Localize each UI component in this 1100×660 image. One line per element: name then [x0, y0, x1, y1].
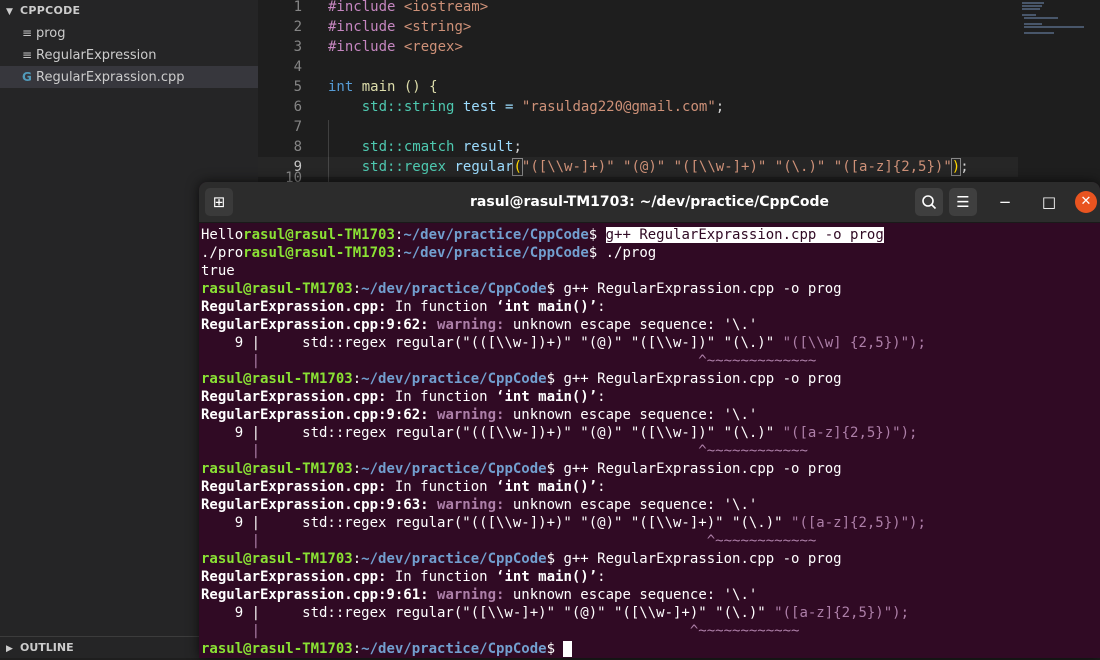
menu-button[interactable]: ☰	[949, 188, 977, 216]
terminal-window[interactable]: ⊞ rasul@rasul-TM1703: ~/dev/practice/Cpp…	[199, 182, 1100, 658]
close-icon: ✕	[1080, 194, 1092, 209]
terminal-current-prompt[interactable]: rasul@rasul-TM1703:~/dev/practice/CppCod…	[201, 640, 1100, 658]
code-line: 1 #include <iostream>	[293, 0, 489, 15]
terminal-prompt-line: rasul@rasul-TM1703:~/dev/practice/CppCod…	[201, 461, 842, 477]
terminal-warning-line: RegularExprassion.cpp:9:61: warning: unk…	[201, 587, 758, 603]
terminal-titlebar[interactable]: ⊞ rasul@rasul-TM1703: ~/dev/practice/Cpp…	[199, 182, 1100, 223]
terminal-line: | ^~~~~~~~~~~~~	[201, 623, 800, 639]
terminal-line: RegularExprassion.cpp: In function ‘int …	[201, 299, 606, 315]
cpp-file-icon: G	[22, 70, 32, 84]
maximize-icon: □	[1041, 193, 1057, 211]
outline-label: OUTLINE	[20, 641, 74, 654]
terminal-line: RegularExprassion.cpp: In function ‘int …	[201, 569, 606, 585]
terminal-prompt-line: rasul@rasul-TM1703:~/dev/practice/CppCod…	[201, 281, 842, 297]
terminal-line: Hellorasul@rasul-TM1703:~/dev/practice/C…	[201, 227, 884, 243]
file-icon: ≡	[22, 48, 33, 62]
folder-name: CPPCODE	[20, 4, 81, 17]
maximize-button[interactable]: □	[1035, 188, 1063, 216]
hamburger-icon: ☰	[956, 193, 970, 211]
code-line: 2 #include <string>	[293, 19, 472, 35]
terminal-warning-line: RegularExprassion.cpp:9:62: warning: unk…	[201, 317, 758, 333]
terminal-line: RegularExprassion.cpp: In function ‘int …	[201, 479, 606, 495]
terminal-warning-line: RegularExprassion.cpp:9:63: warning: unk…	[201, 497, 758, 513]
terminal-warning-line: RegularExprassion.cpp:9:62: warning: unk…	[201, 407, 758, 423]
code-line: 6 std::string test = "rasuldag220@gmail.…	[293, 99, 725, 115]
terminal-line: true	[201, 263, 235, 279]
terminal-prompt-line: rasul@rasul-TM1703:~/dev/practice/CppCod…	[201, 551, 842, 567]
terminal-line: 9 | std::regex regular("(([\\w-])+)" "(@…	[201, 515, 926, 531]
terminal-line: 9 | std::regex regular("([\\w-]+)" "(@)"…	[201, 605, 910, 621]
file-name: RegularExpression	[36, 48, 157, 63]
minimap[interactable]	[1018, 0, 1100, 40]
terminal-line: | ^~~~~~~~~~~~~	[201, 443, 808, 459]
code-line: 5 int main () {	[293, 79, 438, 95]
file-icon: ≡	[22, 26, 33, 40]
search-icon	[922, 195, 937, 210]
code-line: 3 #include <regex>	[293, 39, 463, 55]
terminal-line: 9 | std::regex regular("(([\\w-])+)" "(@…	[201, 335, 926, 351]
terminal-prompt-line: rasul@rasul-TM1703:~/dev/practice/CppCod…	[201, 371, 842, 387]
close-button[interactable]: ✕	[1075, 191, 1097, 213]
file-item-regularexpression[interactable]: ≡ RegularExpression	[0, 44, 258, 66]
terminal-line: 9 | std::regex regular("(([\\w-])+)" "(@…	[201, 425, 918, 441]
code-line: 4	[293, 59, 302, 75]
terminal-line: ./prorasul@rasul-TM1703:~/dev/practice/C…	[201, 245, 657, 261]
file-name: prog	[36, 26, 66, 41]
code-line: 7	[293, 119, 302, 135]
chevron-right-icon: ▶	[6, 644, 13, 654]
search-button[interactable]	[915, 188, 943, 216]
code-line: 8 std::cmatch result;	[293, 139, 522, 155]
file-item-regularexprassion-cpp[interactable]: G RegularExprassion.cpp	[0, 66, 258, 88]
minimize-button[interactable]: −	[991, 188, 1019, 216]
chevron-down-icon: ▼	[6, 7, 14, 17]
text-cursor	[563, 641, 573, 657]
terminal-line: | ^~~~~~~~~~~~~~	[201, 353, 817, 369]
file-item-prog[interactable]: ≡ prog	[0, 22, 258, 44]
terminal-line: | ^~~~~~~~~~~~~	[201, 533, 817, 549]
terminal-line: RegularExprassion.cpp: In function ‘int …	[201, 389, 606, 405]
explorer-folder-header[interactable]: ▼ CPPCODE	[0, 0, 258, 22]
minimize-icon: −	[998, 193, 1012, 211]
terminal-output[interactable]: Hellorasul@rasul-TM1703:~/dev/practice/C…	[201, 226, 1100, 658]
file-name: RegularExprassion.cpp	[36, 70, 185, 85]
